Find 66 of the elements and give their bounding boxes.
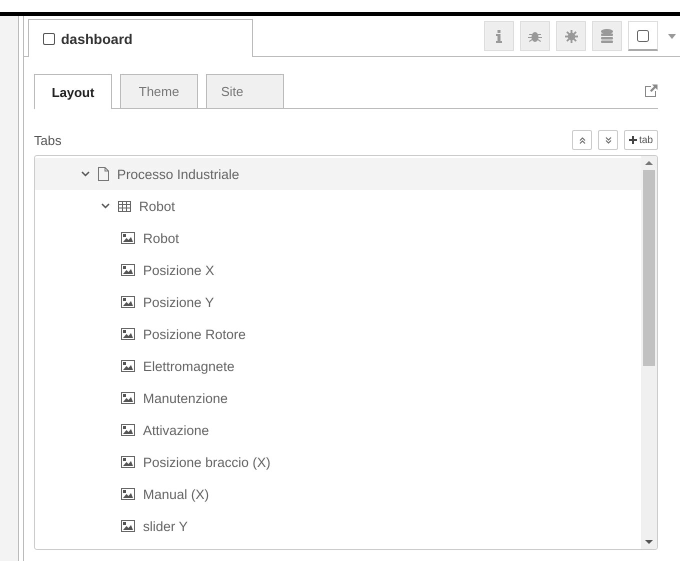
toolbar-button[interactable] — [484, 21, 514, 51]
page-icon — [98, 167, 109, 181]
tree-item[interactable]: Manual (X) — [35, 478, 641, 510]
square-icon — [637, 30, 649, 42]
item-label: Robot — [143, 230, 180, 246]
image-icon — [121, 520, 135, 532]
image-icon — [121, 392, 135, 404]
dropdown-caret-icon[interactable] — [668, 34, 676, 38]
toolbar-button[interactable] — [556, 21, 586, 51]
tree-item[interactable]: Posizione X — [35, 254, 641, 286]
external-link-icon[interactable] — [645, 84, 658, 97]
chevron-icon[interactable] — [81, 171, 90, 177]
image-icon — [121, 424, 135, 436]
table-icon — [118, 200, 131, 212]
section-label: Tabs — [34, 132, 62, 148]
scroll-up-icon[interactable] — [645, 161, 653, 165]
double-chevron-up-icon — [578, 136, 586, 144]
image-icon — [121, 296, 135, 308]
image-icon — [121, 360, 135, 372]
plus-icon — [629, 136, 638, 144]
item-label: Processo Industriale — [117, 166, 240, 182]
item-label: Attivazione — [143, 422, 210, 438]
tree-item[interactable]: Attivazione — [35, 414, 641, 446]
item-label: Posizione X — [143, 262, 214, 278]
scroll-down-icon[interactable] — [645, 540, 653, 544]
item-label: Elettromagnete — [143, 358, 235, 374]
image-icon — [121, 264, 135, 276]
info-icon — [496, 30, 502, 42]
item-label: slider Y — [143, 518, 188, 534]
double-chevron-down-icon — [604, 136, 612, 144]
image-icon — [121, 232, 135, 244]
tree-item[interactable]: Posizione Rotore — [35, 318, 641, 350]
checkbox[interactable] — [43, 32, 55, 44]
image-icon — [121, 488, 135, 500]
settings-tab[interactable]: Layout — [34, 74, 112, 109]
gear-icon — [564, 30, 578, 42]
tree-item[interactable]: Processo Industriale — [35, 158, 641, 190]
item-label: Posizione braccio (X) — [143, 454, 271, 470]
settings-tab[interactable]: Theme — [120, 74, 198, 108]
tab-label: dashboard — [61, 30, 133, 46]
toolbar-button[interactable] — [592, 21, 622, 51]
item-label: Posizione Y — [143, 294, 214, 310]
expand-all-button[interactable] — [598, 130, 618, 150]
collapse-all-button[interactable] — [572, 130, 592, 150]
tree-item[interactable]: Robot — [35, 190, 641, 222]
tree-item[interactable]: Elettromagnete — [35, 350, 641, 382]
image-icon — [121, 456, 135, 468]
tree-item[interactable]: Manutenzione — [35, 382, 641, 414]
chevron-icon[interactable] — [101, 203, 110, 209]
bug-icon — [528, 29, 542, 43]
tree-item[interactable]: Posizione Y — [35, 286, 641, 318]
item-label: Manual (X) — [143, 486, 210, 502]
dashboard-tab[interactable]: dashboard — [28, 19, 253, 57]
item-label: Manutenzione — [143, 390, 228, 406]
tree-item[interactable]: Posizione braccio (X) — [35, 446, 641, 478]
toolbar-button[interactable] — [520, 21, 550, 51]
tree-item[interactable]: Robot — [35, 222, 641, 254]
database-icon — [601, 29, 613, 43]
item-label: Robot — [139, 198, 176, 214]
image-icon — [121, 328, 135, 340]
item-label: Posizione Rotore — [143, 326, 246, 342]
add-tab-button[interactable]: tab — [624, 130, 658, 150]
scrollbar[interactable] — [641, 156, 657, 549]
toolbar-button[interactable] — [628, 21, 658, 51]
tree-item[interactable]: slider Y — [35, 510, 641, 542]
settings-tab[interactable]: Site — [206, 74, 284, 108]
